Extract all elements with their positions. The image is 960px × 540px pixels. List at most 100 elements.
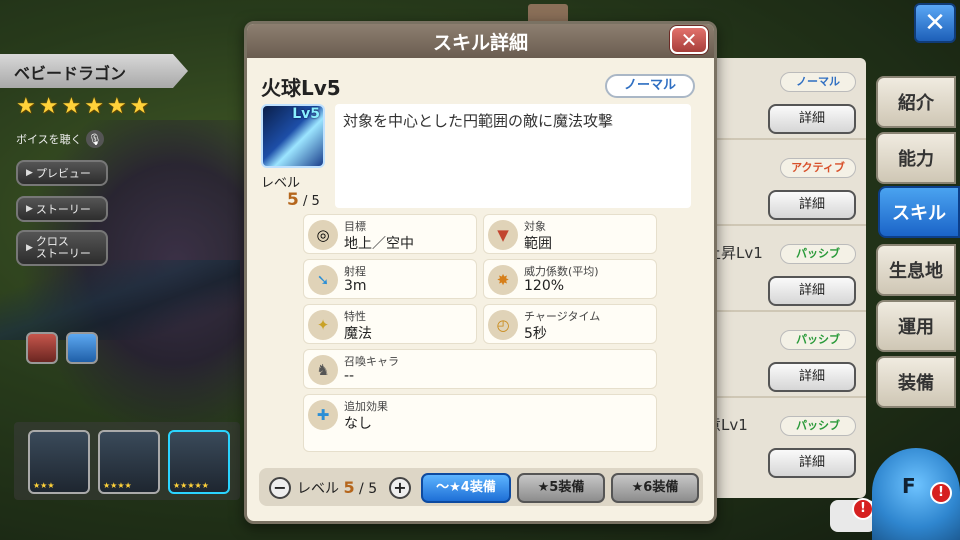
skill-list-row: 意Lv1 パッシブ 詳細 [700, 402, 866, 484]
attribute-property: ✦ 特性 魔法 [303, 304, 477, 344]
attribute-value: 3m [344, 278, 367, 294]
tab-equipment[interactable]: 装備 [876, 356, 956, 408]
mascot-label: F [902, 474, 916, 498]
voice-label: ボイスを聴く [16, 133, 82, 146]
tab-usage[interactable]: 運用 [876, 300, 956, 352]
slot-stars: ★★★★ [103, 481, 132, 490]
dialog-header: スキル詳細 ✕ [247, 24, 714, 58]
footer-level: レベル 5 / 5 [297, 478, 377, 498]
skill-list-row: アクティブ 詳細 [700, 144, 866, 226]
attribute-value: 範囲 [524, 236, 552, 252]
footer-level-label: レベル [297, 481, 339, 497]
slot-stars: ★★★★★ [173, 481, 209, 490]
character-name-plate: ベビードラゴン [0, 54, 188, 88]
attribute-label: 対象 [524, 220, 546, 233]
attribute-label: 特性 [344, 310, 366, 323]
cross-story-button[interactable]: ▶ クロス ストーリー [16, 230, 108, 266]
attribute-label: 威力係数(平均) [524, 265, 599, 278]
notification-alert-icon: ! [852, 498, 874, 520]
play-arrow-icon: ▶ [26, 168, 33, 178]
skill-type-badge: アクティブ [780, 158, 856, 178]
attribute-target: ◎ 目標 地上／空中 [303, 214, 477, 254]
level-minus-button[interactable]: − [269, 477, 291, 499]
star-icon: ★ [129, 94, 150, 119]
skill-detail-button[interactable]: 詳細 [768, 276, 856, 306]
skill-icon-level: Lv5 [292, 106, 320, 122]
skill-list-panel: ノーマル 詳細 アクティブ 詳細 上昇Lv1 パッシブ 詳細 1 パッシブ 詳細… [700, 58, 866, 498]
skill-detail-dialog: スキル詳細 ✕ 火球Lv5 ノーマル Lv5 レベル 5 / 5 対象を中心とし… [244, 21, 717, 524]
attribute-label: 目標 [344, 220, 366, 233]
footer-level-current: 5 [343, 478, 355, 497]
character-slot[interactable]: ★★★ [28, 430, 90, 494]
star-icon: ★ [106, 94, 127, 119]
attribute-value: -- [344, 368, 355, 384]
attribute-value: 120% [524, 278, 565, 294]
sword-plus-icon: ✚ [308, 400, 338, 430]
attribute-label: 召喚キャラ [344, 355, 399, 368]
clock-icon: ◴ [488, 310, 518, 340]
star-icon: ★ [16, 94, 36, 119]
preview-label: プレビュー [35, 167, 91, 180]
voice-button[interactable]: ボイスを聴く 🎙 [16, 130, 104, 148]
thumbs-up-icon[interactable] [66, 332, 98, 364]
level-max: / 5 [302, 194, 320, 209]
play-arrow-icon: ▶ [26, 204, 33, 214]
attribute-charge-time: ◴ チャージタイム 5秒 [483, 304, 657, 344]
mascot-alert-icon: ! [930, 482, 952, 504]
skill-list-row: ノーマル 詳細 [700, 58, 866, 140]
character-rarity-stars: ★ ★ ★ ★ ★ ★ [16, 94, 149, 119]
skill-detail-button[interactable]: 詳細 [768, 104, 856, 134]
equip-star4-button[interactable]: ～★4装備 [421, 473, 511, 503]
attribute-value: 5秒 [524, 326, 547, 342]
slot-stars: ★★★ [33, 481, 55, 490]
story-button[interactable]: ▶ ストーリー [16, 196, 108, 222]
skill-type-badge: パッシブ [780, 330, 856, 350]
skill-detail-button[interactable]: 詳細 [768, 190, 856, 220]
attribute-power: ✸ 威力係数(平均) 120% [483, 259, 657, 299]
screen-close-button[interactable]: ✕ [914, 3, 956, 43]
attribute-value: なし [344, 416, 372, 432]
story-label: ストーリー [35, 203, 91, 216]
equip-star5-button[interactable]: ★5装備 [517, 473, 605, 503]
level-label: レベル [261, 176, 301, 191]
magic-icon: ✦ [308, 310, 338, 340]
fireball-skill-icon: Lv5 [261, 104, 325, 168]
tab-intro[interactable]: 紹介 [876, 76, 956, 128]
character-slot[interactable]: ★★★★ [98, 430, 160, 494]
star-icon: ★ [61, 94, 82, 119]
skill-title: 火球Lv5 [261, 76, 341, 100]
power-icon: ✸ [488, 265, 518, 295]
character-name: ベビードラゴン [14, 64, 127, 83]
summon-icon: ♞ [308, 355, 338, 385]
dialog-close-button[interactable]: ✕ [670, 26, 708, 54]
attribute-area: ▼ 対象 範囲 [483, 214, 657, 254]
play-arrow-icon: ▶ [26, 243, 33, 253]
attribute-summon: ♞ 召喚キャラ -- [303, 349, 657, 389]
dialog-title: スキル詳細 [432, 32, 528, 54]
attribute-range: ➘ 射程 3m [303, 259, 477, 299]
tab-habitat[interactable]: 生息地 [876, 244, 956, 296]
skill-detail-button[interactable]: 詳細 [768, 448, 856, 478]
element-fire-icon[interactable] [26, 332, 58, 364]
footer-level-max: / 5 [359, 481, 378, 497]
equip-star6-button[interactable]: ★6装備 [611, 473, 699, 503]
tab-skill[interactable]: スキル [878, 186, 960, 238]
skill-list-row: 上昇Lv1 パッシブ 詳細 [700, 230, 866, 312]
skill-description-box: 対象を中心とした円範囲の敵に魔法攻撃 [335, 104, 691, 208]
attribute-extra-effect: ✚ 追加効果 なし [303, 394, 657, 452]
skill-detail-button[interactable]: 詳細 [768, 362, 856, 392]
skill-type-badge: パッシブ [780, 416, 856, 436]
microphone-icon: 🎙 [85, 130, 104, 148]
range-icon: ➘ [308, 265, 338, 295]
attribute-label: 追加効果 [344, 400, 388, 413]
preview-button[interactable]: ▶ プレビュー [16, 160, 108, 186]
attribute-label: チャージタイム [524, 310, 601, 323]
tab-stats[interactable]: 能力 [876, 132, 956, 184]
target-icon: ◎ [308, 220, 338, 250]
character-slot-selected[interactable]: ★★★★★ [168, 430, 230, 494]
skill-type-badge: ノーマル [605, 74, 695, 98]
skill-list-row: 1 パッシブ 詳細 [700, 316, 866, 398]
level-plus-button[interactable]: + [389, 477, 411, 499]
skill-type-badge: ノーマル [780, 72, 856, 92]
level-current: 5 [287, 190, 299, 210]
